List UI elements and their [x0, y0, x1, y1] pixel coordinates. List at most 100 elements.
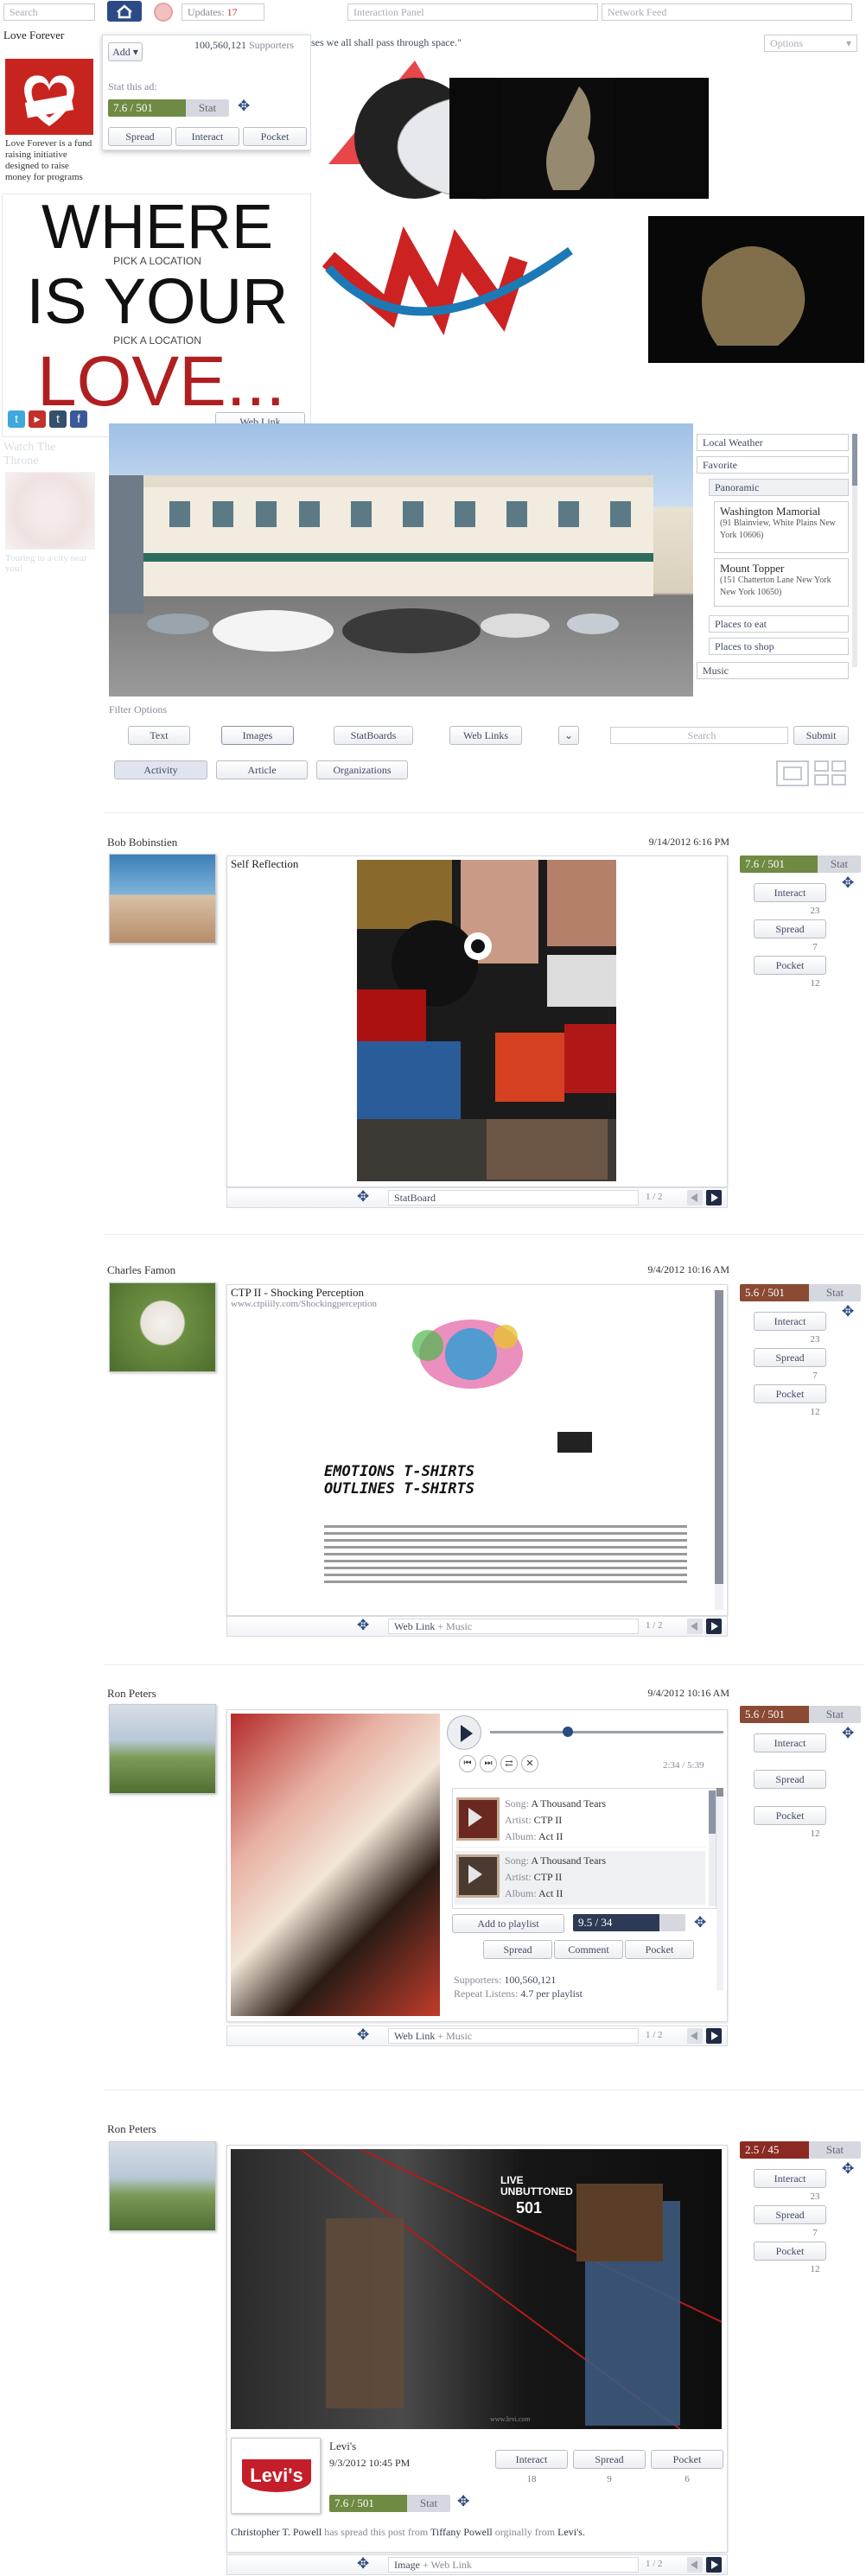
- favorite-item[interactable]: Favorite: [697, 456, 849, 474]
- tab-organizations[interactable]: Organizations: [316, 760, 408, 779]
- move-icon[interactable]: [357, 1617, 373, 1634]
- prev-icon[interactable]: [687, 2028, 703, 2044]
- progress-slider[interactable]: [490, 1727, 723, 1737]
- post-author[interactable]: Charles Famon: [107, 1263, 175, 1277]
- brand-spread-button[interactable]: Spread: [573, 2450, 646, 2469]
- pocket-button[interactable]: Pocket: [625, 1940, 694, 1959]
- preview-scrollbar[interactable]: [715, 1290, 723, 1610]
- play-icon[interactable]: [468, 1808, 482, 1827]
- album-art[interactable]: [231, 1714, 440, 2016]
- interact-button[interactable]: Interact: [175, 127, 239, 146]
- add-to-playlist-button[interactable]: Add to playlist: [452, 1914, 564, 1933]
- track-scrollbar[interactable]: [709, 1790, 716, 1906]
- filter-submit-button[interactable]: Submit: [793, 726, 849, 745]
- pocket-button[interactable]: Pocket: [754, 2242, 826, 2261]
- rewind-icon[interactable]: ⏮: [459, 1755, 476, 1772]
- post-site-preview[interactable]: EMOTIONS T-SHIRTS OUTLINES T-SHIRTS: [229, 1311, 713, 1610]
- next-icon[interactable]: [706, 1190, 722, 1205]
- avatar[interactable]: [109, 1704, 216, 1794]
- avatar[interactable]: [109, 1282, 216, 1372]
- tab-activity[interactable]: Activity: [114, 760, 207, 779]
- music-item[interactable]: Music: [697, 662, 849, 679]
- network-feed-tab[interactable]: Network Feed: [602, 3, 852, 21]
- pocket-button[interactable]: Pocket: [754, 1384, 826, 1403]
- twitter-icon[interactable]: t: [8, 410, 25, 428]
- play-button[interactable]: [447, 1715, 481, 1750]
- gear-icon[interactable]: [154, 3, 173, 22]
- prev-icon[interactable]: [687, 1619, 703, 1634]
- post-url[interactable]: www.ctpiiily.com/Shockingperception: [231, 1299, 377, 1309]
- pocket-button[interactable]: Pocket: [243, 127, 307, 146]
- repeat-icon[interactable]: ⇄: [500, 1755, 518, 1772]
- avatar[interactable]: [109, 854, 216, 944]
- place-card-1[interactable]: Washington Mamorial (91 Blainview, White…: [714, 501, 849, 553]
- spread-button[interactable]: Spread: [754, 919, 826, 938]
- youtube-icon[interactable]: ▶: [29, 410, 46, 428]
- updates-field[interactable]: Updates: 17: [181, 3, 264, 21]
- brand-name[interactable]: Levi's: [329, 2439, 356, 2453]
- search-input[interactable]: Search: [3, 3, 95, 21]
- spread-button[interactable]: Spread: [483, 1940, 552, 1959]
- move-icon[interactable]: [842, 875, 857, 892]
- spread-button[interactable]: Spread: [754, 1770, 826, 1789]
- post-author[interactable]: Ron Peters: [107, 2122, 156, 2136]
- post-author[interactable]: Bob Bobinstien: [107, 836, 177, 849]
- spread-from[interactable]: Tiffany Powell: [430, 2526, 493, 2538]
- prev-icon[interactable]: [687, 1190, 703, 1205]
- move-icon[interactable]: [457, 2493, 473, 2510]
- stat-bar[interactable]: 5.6 / 501 Stat: [740, 1284, 861, 1301]
- spread-button[interactable]: Spread: [754, 2205, 826, 2224]
- brand-stat-bar[interactable]: 7.6 / 501 Stat: [329, 2495, 450, 2512]
- track-item[interactable]: Song: A Thousand Tears Artist: CTP II Al…: [455, 1794, 705, 1848]
- playlist-stat-bar[interactable]: 9.5 / 34: [573, 1914, 685, 1931]
- location-scrollbar[interactable]: [852, 434, 857, 667]
- next-icon[interactable]: [706, 1619, 722, 1634]
- brand-interact-button[interactable]: Interact: [495, 2450, 568, 2469]
- brand-pocket-button[interactable]: Pocket: [651, 2450, 723, 2469]
- post-card[interactable]: Self Reflection: [226, 855, 728, 1187]
- options-select[interactable]: Options ▾: [764, 35, 857, 52]
- post-image[interactable]: [357, 860, 616, 1181]
- track-item[interactable]: Song: A Thousand Tears Artist: CTP II Al…: [455, 1851, 705, 1905]
- place-card-2[interactable]: Mount Topper (151 Chatterton Lane New Yo…: [714, 558, 849, 607]
- move-icon[interactable]: [842, 2160, 857, 2178]
- featured-stat-bar[interactable]: 7.6 / 501 Stat: [108, 99, 229, 117]
- next-icon[interactable]: [706, 2028, 722, 2044]
- avatar[interactable]: [109, 2141, 216, 2231]
- facebook-icon[interactable]: f: [70, 410, 87, 428]
- stat-bar[interactable]: 5.6 / 501 Stat: [740, 1706, 861, 1723]
- move-icon[interactable]: [357, 2555, 373, 2573]
- comment-button[interactable]: Comment: [554, 1940, 623, 1959]
- panoramic-item[interactable]: Panoramic: [709, 479, 849, 496]
- spread-button[interactable]: Spread: [754, 1348, 826, 1367]
- filter-more-button[interactable]: ⌄: [558, 726, 579, 745]
- post-author[interactable]: Ron Peters: [107, 1687, 156, 1701]
- brand-logo[interactable]: Levi's: [231, 2438, 321, 2514]
- add-button[interactable]: Add ▾: [108, 42, 143, 61]
- filter-statboards-button[interactable]: StatBoards: [334, 726, 413, 745]
- panorama-image[interactable]: [109, 423, 693, 696]
- stat-bar[interactable]: 2.5 / 45 Stat: [740, 2141, 861, 2159]
- spread-button[interactable]: Spread: [108, 127, 172, 146]
- local-weather-item[interactable]: Local Weather: [697, 434, 849, 451]
- move-icon[interactable]: [842, 1303, 857, 1320]
- list-view-icon[interactable]: [776, 760, 809, 786]
- move-icon[interactable]: [357, 2026, 373, 2044]
- move-icon[interactable]: [694, 1914, 710, 1931]
- tab-article[interactable]: Article: [216, 760, 308, 779]
- pocket-button[interactable]: Pocket: [754, 1806, 826, 1825]
- interact-button[interactable]: Interact: [754, 2169, 826, 2188]
- filter-weblinks-button[interactable]: Web Links: [449, 726, 522, 745]
- featured-ad[interactable]: WHERE PICK A LOCATION IS YOUR PICK A LOC…: [2, 194, 311, 437]
- grid-view-icon[interactable]: [814, 760, 847, 786]
- close-icon[interactable]: ✕: [521, 1755, 538, 1772]
- orig-from[interactable]: Levi's.: [557, 2526, 585, 2538]
- interact-button[interactable]: Interact: [754, 883, 826, 902]
- places-to-shop-item[interactable]: Places to shop: [709, 638, 849, 655]
- post-card[interactable]: ⏮ ⏭ ⇄ ✕ 2:34 / 5:39 Song: A Thousand Tea…: [226, 1709, 728, 2022]
- stat-bar[interactable]: 7.6 / 501 Stat: [740, 855, 861, 873]
- move-icon[interactable]: [238, 98, 253, 115]
- play-icon[interactable]: [468, 1865, 482, 1884]
- filter-images-button[interactable]: Images: [221, 726, 294, 745]
- interact-button[interactable]: Interact: [754, 1312, 826, 1331]
